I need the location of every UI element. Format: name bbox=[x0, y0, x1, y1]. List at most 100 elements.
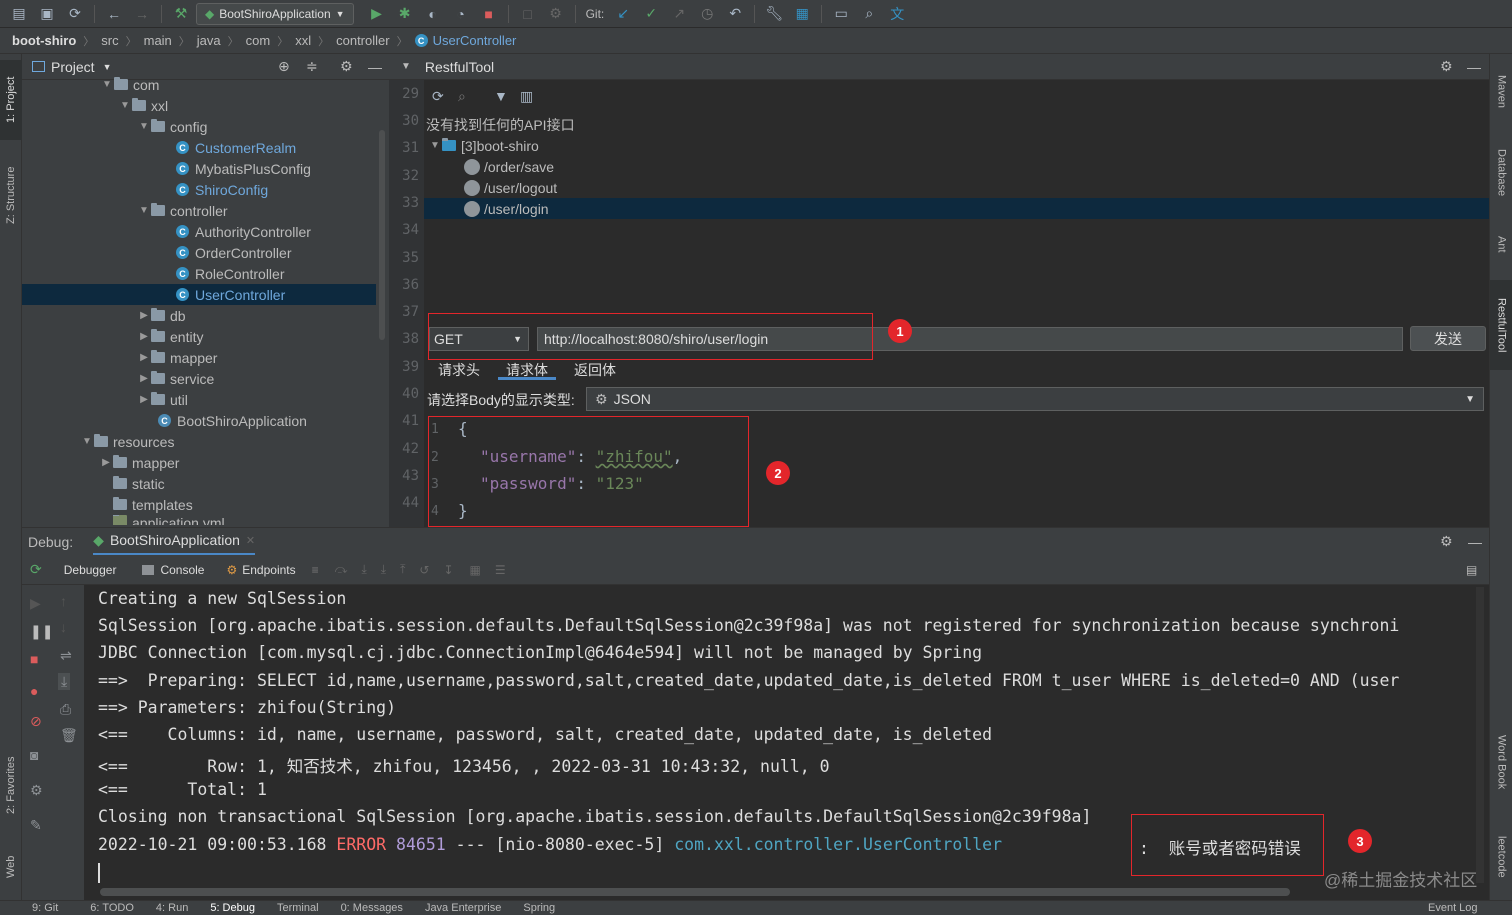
tree-folder-controller[interactable]: ▼ controller bbox=[22, 200, 376, 221]
tree-folder-static[interactable]: static bbox=[22, 473, 376, 494]
minimize-icon[interactable]: — bbox=[1467, 59, 1481, 75]
breadcrumb-item[interactable]: boot-shiro bbox=[12, 33, 76, 48]
open-folder-icon[interactable]: ▤ bbox=[6, 3, 32, 25]
breadcrumb-item[interactable]: controller bbox=[336, 33, 389, 48]
gear-icon[interactable]: ⚙ bbox=[30, 782, 43, 799]
tool-tab-event-log[interactable]: Event Log bbox=[1428, 902, 1478, 914]
minimize-icon[interactable]: — bbox=[1468, 534, 1482, 550]
tool-tab-wordbook[interactable]: Word Book bbox=[1490, 722, 1512, 802]
tool-tab-debug[interactable]: 5: Debug bbox=[210, 902, 255, 914]
force-step-into-icon[interactable]: ⤓ bbox=[381, 562, 386, 577]
tree-folder-db[interactable]: ▶ db bbox=[22, 305, 376, 326]
tool-tab-spring[interactable]: Spring bbox=[523, 902, 555, 914]
scroll-down-icon[interactable]: ↓ bbox=[60, 619, 67, 635]
layout-icon[interactable]: ▤ bbox=[1466, 563, 1477, 577]
locate-icon[interactable]: ⊕ bbox=[278, 58, 290, 75]
hotswap-icon[interactable]: ⚙ bbox=[543, 3, 569, 25]
tree-class-bootshiroapplication[interactable]: C BootShiroApplication bbox=[22, 410, 376, 431]
breadcrumb-item[interactable]: xxl bbox=[295, 33, 311, 48]
tree-folder-xxl[interactable]: ▼ xxl bbox=[22, 95, 376, 116]
chevron-down-icon[interactable]: ▼ bbox=[103, 62, 112, 72]
build-hammer-icon[interactable]: ⚒ bbox=[168, 3, 194, 25]
tree-file-application-yml[interactable]: application.yml bbox=[22, 515, 376, 525]
tree-folder-resources-mapper[interactable]: ▶ mapper bbox=[22, 452, 376, 473]
minimize-icon[interactable]: — bbox=[368, 59, 382, 75]
mute-breakpoints-icon[interactable]: ⊘ bbox=[30, 713, 42, 730]
tool-tab-java-enterprise[interactable]: Java Enterprise bbox=[425, 902, 501, 914]
tree-class-shiroconfig[interactable]: C ShiroConfig bbox=[22, 179, 376, 200]
tree-folder-com[interactable]: ▼ com bbox=[22, 74, 376, 95]
step-over-icon[interactable]: ⤼ bbox=[335, 562, 348, 577]
profile-icon[interactable]: ◔ bbox=[448, 3, 474, 25]
tool-tab-terminal[interactable]: Terminal bbox=[277, 902, 319, 914]
rerun-icon[interactable]: ⟳ bbox=[30, 561, 42, 578]
camera-icon[interactable]: ◙ bbox=[30, 747, 38, 763]
step-into-icon[interactable]: ⤓ bbox=[361, 562, 366, 577]
save-icon[interactable]: ▣ bbox=[34, 3, 60, 25]
tree-folder-mapper[interactable]: ▶ mapper bbox=[22, 347, 376, 368]
drop-frame-icon[interactable]: ↺ bbox=[419, 563, 429, 577]
forward-icon[interactable]: → bbox=[129, 3, 155, 25]
debug-bug-icon[interactable]: ✱ bbox=[392, 3, 418, 25]
project-structure-icon[interactable]: ▦ bbox=[789, 3, 815, 25]
breadcrumb-item[interactable]: main bbox=[144, 33, 172, 48]
tool-tab-todo[interactable]: 6: TODO bbox=[90, 902, 134, 914]
tool-tab-project[interactable]: 1: Project bbox=[0, 60, 22, 140]
pause-icon[interactable]: ❚❚ bbox=[30, 623, 53, 640]
search-icon[interactable]: ⌕ bbox=[458, 88, 466, 105]
run-to-cursor-icon[interactable]: ↧ bbox=[443, 563, 453, 577]
send-button[interactable]: 发送 bbox=[1410, 326, 1486, 351]
tool-tab-leetcode[interactable]: leetcode bbox=[1490, 820, 1512, 894]
pin-icon[interactable]: ✎ bbox=[30, 817, 42, 834]
gear-icon[interactable]: ⚙ bbox=[1440, 58, 1453, 75]
tree-class-rolecontroller[interactable]: C RoleController bbox=[22, 263, 376, 284]
back-icon[interactable]: ← bbox=[101, 3, 127, 25]
tab-console[interactable]: Console bbox=[142, 563, 204, 577]
stop-icon[interactable]: ■ bbox=[30, 651, 38, 667]
tree-folder-config[interactable]: ▼ config bbox=[22, 116, 376, 137]
tab-request-headers[interactable]: 请求头 bbox=[430, 358, 488, 380]
tab-response-body[interactable]: 返回体 bbox=[566, 358, 624, 380]
resume-icon[interactable]: ▶ bbox=[30, 595, 41, 612]
tree-class-mybatisplusconfig[interactable]: C MybatisPlusConfig bbox=[22, 158, 376, 179]
body-type-select[interactable]: ⚙ JSON ▼ bbox=[586, 387, 1484, 411]
menu-icon[interactable]: ≡ bbox=[312, 563, 319, 577]
tree-class-usercontroller[interactable]: C UserController bbox=[22, 284, 376, 305]
git-history-icon[interactable]: ◷ bbox=[694, 3, 720, 25]
tree-class-customerrealm[interactable]: C CustomerRealm bbox=[22, 137, 376, 158]
tool-tab-structure[interactable]: Z: Structure bbox=[0, 150, 22, 240]
coverage-icon[interactable]: ◐ bbox=[420, 3, 446, 25]
tool-tab-run[interactable]: 4: Run bbox=[156, 902, 188, 914]
api-item-user-login[interactable]: /user/login bbox=[424, 198, 1489, 219]
debug-session-tab[interactable]: ◆ BootShiroApplication ✕ bbox=[93, 528, 256, 556]
gear-icon[interactable]: ⚙ bbox=[1440, 533, 1453, 550]
run-config-selector[interactable]: ◆ BootShiroApplication ▼ bbox=[196, 2, 354, 25]
api-tree-project[interactable]: ▼ [3]boot-shiro bbox=[424, 135, 1489, 156]
console-vertical-scrollbar[interactable] bbox=[1476, 587, 1484, 883]
soft-wrap-icon[interactable]: ⇌ bbox=[60, 647, 72, 664]
git-update-icon[interactable]: ↙ bbox=[610, 3, 636, 25]
breadcrumb-item[interactable]: src bbox=[101, 33, 118, 48]
evaluate-icon[interactable]: ▦ bbox=[470, 563, 481, 577]
close-icon[interactable]: ✕ bbox=[246, 534, 255, 547]
tree-folder-templates[interactable]: templates bbox=[22, 494, 376, 515]
terminal-window-icon[interactable]: ▭ bbox=[828, 3, 854, 25]
scroll-up-icon[interactable]: ↑ bbox=[60, 593, 67, 609]
breadcrumb-item[interactable]: java bbox=[197, 33, 221, 48]
tree-folder-resources[interactable]: ▼ resources bbox=[22, 431, 376, 452]
git-rollback-icon[interactable]: ↶ bbox=[722, 3, 748, 25]
tool-tab-favorites[interactable]: 2: Favorites bbox=[0, 740, 22, 830]
attach-icon[interactable]: □ bbox=[515, 3, 541, 25]
git-commit-icon[interactable]: ✓ bbox=[638, 3, 664, 25]
tool-tab-database[interactable]: Database bbox=[1490, 138, 1512, 208]
tool-tab-maven[interactable]: Maven bbox=[1490, 62, 1512, 122]
tool-tab-git[interactable]: 9: Git bbox=[32, 902, 58, 914]
sync-icon[interactable]: ⟳ bbox=[62, 3, 88, 25]
tab-request-body[interactable]: 请求体 bbox=[498, 358, 556, 380]
project-scrollbar[interactable] bbox=[379, 130, 385, 340]
translate-icon[interactable]: 文 bbox=[884, 3, 910, 25]
tool-tab-web[interactable]: Web bbox=[0, 844, 22, 890]
tree-folder-service[interactable]: ▶ service bbox=[22, 368, 376, 389]
refresh-icon[interactable]: ⟳ bbox=[432, 88, 444, 105]
api-item-order-save[interactable]: /order/save bbox=[424, 156, 1489, 177]
